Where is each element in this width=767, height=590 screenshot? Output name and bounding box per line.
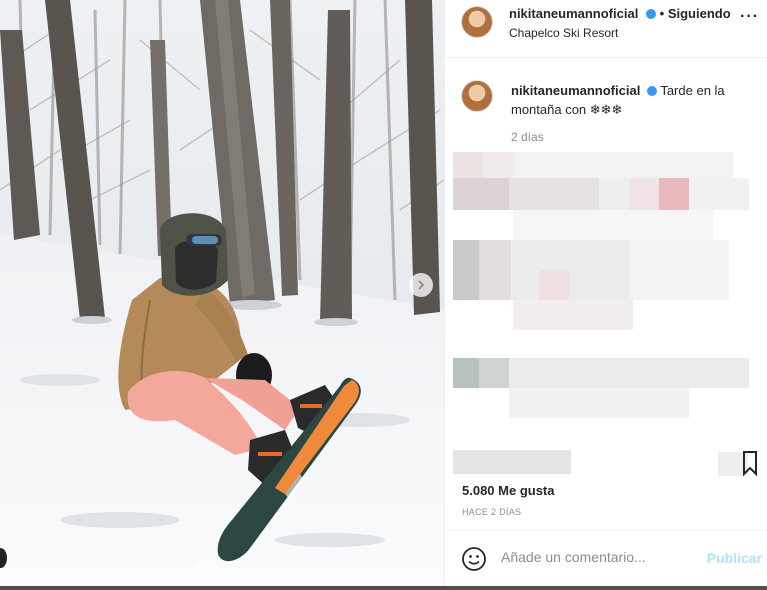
- post-actions: [445, 440, 767, 477]
- carousel-dot: [196, 565, 201, 570]
- location-link[interactable]: Chapelco Ski Resort: [509, 26, 618, 40]
- caption-username[interactable]: nikitaneumannoficial: [511, 83, 640, 98]
- post-details-panel: nikitaneumannoficial • Siguiendo Chapelc…: [444, 0, 767, 586]
- caption-avatar[interactable]: [461, 80, 493, 112]
- post-photo[interactable]: [0, 0, 444, 586]
- post-header: nikitaneumannoficial • Siguiendo Chapelc…: [445, 0, 767, 58]
- pixelated-action-icons[interactable]: [453, 450, 571, 474]
- bookmark-icon[interactable]: [718, 448, 762, 478]
- carousel-next-icon: [418, 280, 425, 290]
- carousel-dot: [205, 565, 210, 570]
- caption-timestamp[interactable]: 2 días: [511, 130, 544, 144]
- bottom-strip: [0, 586, 767, 590]
- following-button[interactable]: Siguiendo: [668, 6, 731, 21]
- caption: nikitaneumannoficial Tarde en la montaña…: [511, 81, 751, 119]
- header-username[interactable]: nikitaneumannoficial: [509, 6, 638, 21]
- avatar[interactable]: [461, 6, 493, 38]
- verified-badge-icon: [646, 9, 656, 19]
- pixelated-comments: [453, 152, 749, 424]
- carousel-next-button[interactable]: [409, 273, 433, 297]
- publish-button[interactable]: Publicar: [707, 550, 762, 566]
- more-options-icon[interactable]: ···: [740, 8, 759, 26]
- follow-separator: •: [659, 6, 665, 21]
- carousel-indicator: [196, 565, 219, 570]
- comment-bar: Publicar: [445, 530, 767, 586]
- carousel-dot: [214, 565, 219, 570]
- comment-input[interactable]: [501, 549, 701, 565]
- follow-status[interactable]: • Siguiendo: [643, 6, 731, 21]
- verified-badge-icon: [646, 86, 657, 96]
- emoji-icon[interactable]: [461, 546, 487, 572]
- like-count[interactable]: 5.080 Me gusta: [462, 483, 555, 498]
- post-timestamp: HACE 2 DÍAS: [462, 507, 522, 517]
- snowboarder-image: [0, 0, 444, 586]
